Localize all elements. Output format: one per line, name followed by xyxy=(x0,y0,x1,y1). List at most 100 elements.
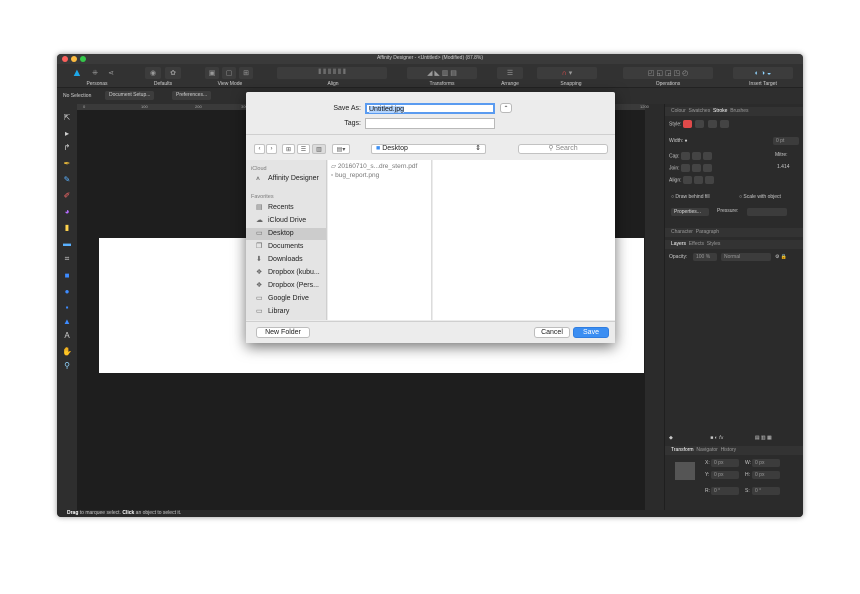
pixel-persona-icon[interactable]: ⁜ xyxy=(89,67,101,79)
rectangle-tool-icon[interactable]: ■ xyxy=(62,270,72,280)
join-miter-icon[interactable] xyxy=(680,164,690,172)
preferences-button[interactable]: Preferences... xyxy=(172,91,212,100)
new-folder-button[interactable]: New Folder xyxy=(256,327,310,338)
solid-stroke-icon[interactable] xyxy=(695,120,705,128)
back-button[interactable]: ‹ xyxy=(254,144,265,154)
tab-swatches[interactable]: Swatches xyxy=(689,108,711,114)
pen-tool-icon[interactable]: ✒ xyxy=(62,158,72,168)
save-button[interactable]: Save xyxy=(573,327,609,338)
align-inside-icon[interactable] xyxy=(693,176,703,184)
export-persona-icon[interactable]: ⋖ xyxy=(105,67,117,79)
save-as-input[interactable]: Untitled.jpg xyxy=(365,103,495,114)
width-field[interactable]: 0 pt xyxy=(773,137,799,145)
transparency-tool-icon[interactable]: ▮ xyxy=(62,222,72,232)
sidebar-item-icloud-drive[interactable]: ☁ iCloud Drive xyxy=(246,215,326,227)
sidebar-item-library[interactable]: ▭ Library xyxy=(246,306,326,318)
layer-settings-icon[interactable]: ⚙ 🔒 xyxy=(775,254,787,260)
list-item[interactable]: ▫ bug_report.png xyxy=(331,172,379,179)
mitre-value[interactable]: 1.414 xyxy=(777,164,790,170)
cancel-button[interactable]: Cancel xyxy=(534,327,570,338)
trash-icon[interactable]: ▤ ▥ ▦ xyxy=(755,435,772,441)
tab-colour[interactable]: Colour xyxy=(671,108,686,114)
tab-transform[interactable]: Transform xyxy=(671,447,694,453)
search-input[interactable]: ⚲ Search xyxy=(518,144,608,154)
shape-tool-icon[interactable]: ▲ xyxy=(62,316,72,326)
sidebar-item-google-drive[interactable]: ▭ Google Drive xyxy=(246,293,326,305)
cap-square-icon[interactable] xyxy=(702,152,712,160)
tab-character[interactable]: Character xyxy=(671,229,693,235)
tab-history[interactable]: History xyxy=(721,447,737,453)
tab-styles[interactable]: Styles xyxy=(707,241,721,247)
insert-target-buttons[interactable]: ◐ ◑ ◒ xyxy=(733,67,793,79)
h-field[interactable]: 0 px xyxy=(752,471,780,479)
brush-stroke-icon[interactable] xyxy=(720,120,730,128)
icon-view-button[interactable]: ⊞ xyxy=(282,144,295,154)
y-field[interactable]: 0 px xyxy=(711,471,739,479)
location-popup[interactable]: ■ Desktop ⇕ xyxy=(371,144,486,154)
tab-brushes[interactable]: Brushes xyxy=(730,108,748,114)
view-tool-icon[interactable]: ✋ xyxy=(62,346,72,356)
place-image-icon[interactable]: ▬ xyxy=(62,238,72,248)
anchor-selector[interactable] xyxy=(675,462,695,480)
column-view-button[interactable]: ▥ xyxy=(312,144,326,154)
sidebar-item-documents[interactable]: ❐ Documents xyxy=(246,241,326,253)
sidebar-item-dropbox-pers[interactable]: ❖ Dropbox (Pers... xyxy=(246,280,326,292)
snapping-buttons[interactable]: ∩ ▾ xyxy=(537,67,597,79)
brush-tool-icon[interactable]: ✐ xyxy=(62,190,72,200)
mask-icon[interactable]: ■ ◐ 𝑓𝑥 xyxy=(710,435,723,441)
shear-field[interactable]: 0 ° xyxy=(752,487,780,495)
view-mode-split-icon[interactable]: ⊞ xyxy=(239,67,253,79)
w-field[interactable]: 0 px xyxy=(752,459,780,467)
x-field[interactable]: 0 px xyxy=(711,459,739,467)
defaults-style-icon[interactable]: ✿ xyxy=(165,67,181,79)
ellipse-tool-icon[interactable]: ● xyxy=(62,286,72,296)
rounded-rectangle-tool-icon[interactable]: ▪ xyxy=(62,302,72,312)
cap-butt-icon[interactable] xyxy=(680,152,690,160)
move-tool-icon[interactable]: ⇱ xyxy=(62,112,72,122)
align-buttons[interactable]: ⫴ ⫴ ⫴ ⫴ ⫴ ⫴ xyxy=(277,67,387,79)
opacity-field[interactable]: 100 % xyxy=(693,253,717,261)
crop-tool-icon[interactable]: ⌗ xyxy=(62,254,72,264)
dash-stroke-icon[interactable] xyxy=(707,120,717,128)
zoom-tool-icon[interactable]: ⚲ xyxy=(62,360,72,370)
tab-effects[interactable]: Effects xyxy=(689,241,704,247)
blend-mode-select[interactable]: Normal xyxy=(721,253,771,261)
sidebar-item-desktop[interactable]: ▭ Desktop xyxy=(246,228,326,240)
list-item[interactable]: ▱ 20160710_s...dre_stern.pdf xyxy=(331,162,417,170)
cap-round-icon[interactable] xyxy=(691,152,701,160)
tab-paragraph[interactable]: Paragraph xyxy=(696,229,719,235)
designer-persona-icon[interactable]: ▲ xyxy=(69,67,85,79)
gallery-view-button[interactable]: ▤▾ xyxy=(332,144,350,154)
rotation-field[interactable]: 0 ° xyxy=(711,487,739,495)
view-mode-outline-icon[interactable]: ▢ xyxy=(222,67,236,79)
list-view-button[interactable]: ☰ xyxy=(297,144,310,154)
defaults-icon[interactable]: ◉ xyxy=(145,67,161,79)
forward-button[interactable]: › xyxy=(266,144,277,154)
pressure-graph[interactable] xyxy=(747,208,787,216)
align-outside-icon[interactable] xyxy=(704,176,714,184)
sidebar-item-dropbox-kubu[interactable]: ❖ Dropbox (kubu... xyxy=(246,267,326,279)
document-setup-button[interactable]: Document Setup... xyxy=(105,91,155,100)
sidebar-item-recents[interactable]: ▤ Recents xyxy=(246,202,326,214)
pencil-tool-icon[interactable]: ✎ xyxy=(62,174,72,184)
scale-with-checkbox[interactable]: ○ Scale with object xyxy=(739,194,781,200)
node-tool-icon[interactable]: ▸ xyxy=(62,128,72,138)
expand-dialog-button[interactable]: ⌃ xyxy=(500,103,512,113)
tags-input[interactable] xyxy=(365,118,495,129)
fill-tool-icon[interactable]: ◕ xyxy=(62,206,72,216)
tab-navigator[interactable]: Navigator xyxy=(696,447,717,453)
properties-button[interactable]: Properties... xyxy=(671,208,709,216)
view-mode-icon[interactable]: ▣ xyxy=(205,67,219,79)
join-bevel-icon[interactable] xyxy=(702,164,712,172)
no-stroke-icon[interactable] xyxy=(682,120,692,128)
layers-stack-icon[interactable]: ◆ xyxy=(669,435,673,441)
draw-behind-checkbox[interactable]: ○ Draw behind fill xyxy=(671,194,710,200)
align-center-icon[interactable] xyxy=(682,176,692,184)
arrange-button[interactable]: ☰ xyxy=(497,67,523,79)
sidebar-item-affinity-designer[interactable]: ⩚ Affinity Designer xyxy=(246,173,326,185)
tab-stroke[interactable]: Stroke xyxy=(713,108,727,114)
text-tool-icon[interactable]: A xyxy=(62,330,72,340)
join-round-icon[interactable] xyxy=(691,164,701,172)
operations-buttons[interactable]: ◰ ◱ ◲ ◳ ◴ xyxy=(623,67,713,79)
tab-layers[interactable]: Layers xyxy=(671,241,686,247)
